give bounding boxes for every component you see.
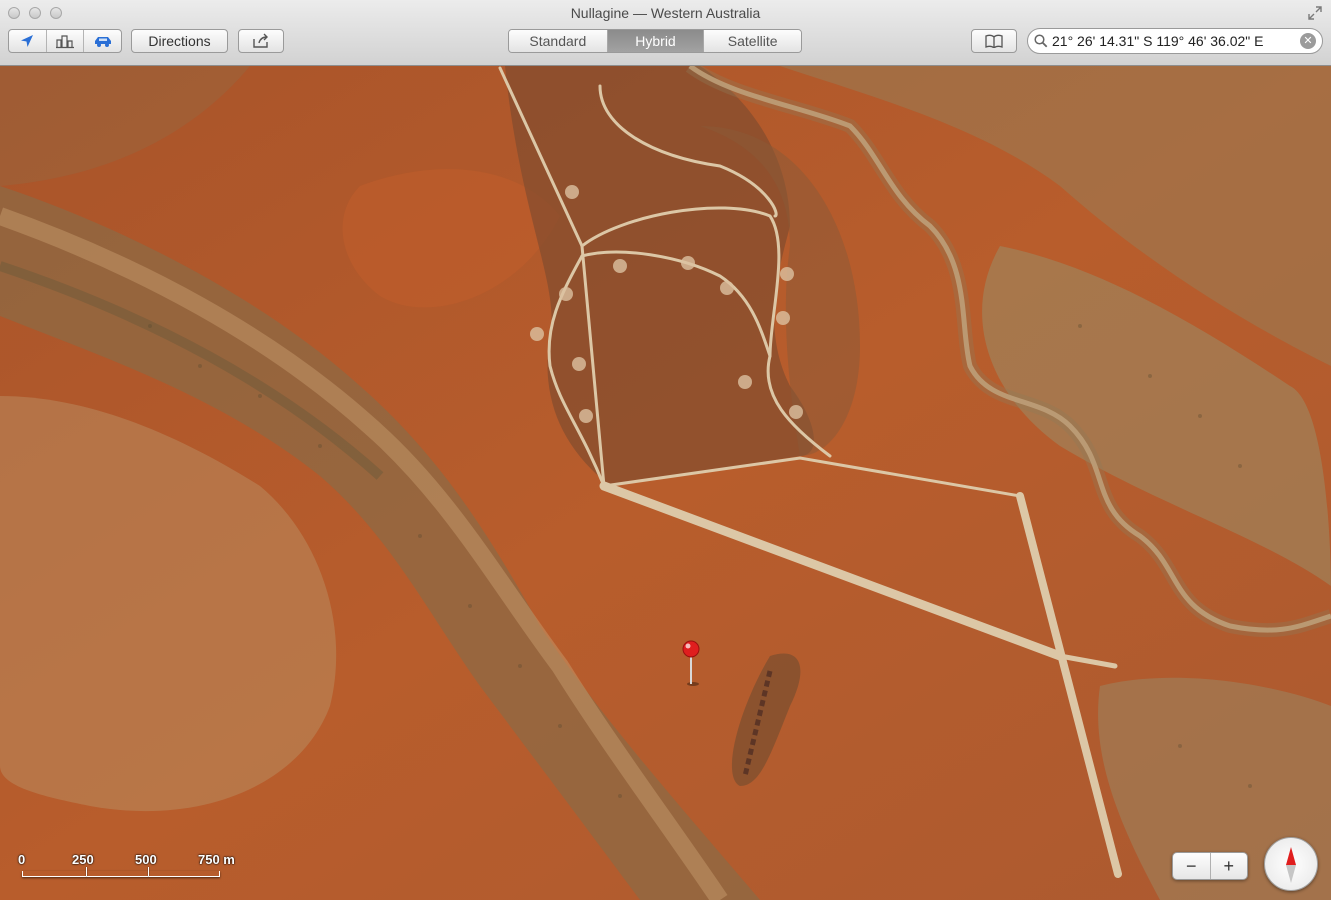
zoom-controls: − + bbox=[1172, 852, 1248, 880]
compass-button[interactable] bbox=[1264, 837, 1318, 891]
map-scale: 0 250 500 750 m bbox=[16, 852, 256, 882]
window-title: Nullagine — Western Australia bbox=[570, 5, 761, 21]
window-toolbar: Nullagine — Western Australia Directions… bbox=[0, 0, 1331, 66]
3d-view-button[interactable] bbox=[47, 30, 85, 52]
bookmarks-button[interactable] bbox=[971, 29, 1017, 53]
share-icon bbox=[253, 33, 268, 48]
scale-tick bbox=[148, 867, 149, 876]
map-type-hybrid[interactable]: Hybrid bbox=[607, 30, 705, 52]
search-field[interactable]: ✕ bbox=[1027, 28, 1323, 54]
map-type-selector: Standard Hybrid Satellite bbox=[508, 29, 802, 53]
map-type-satellite[interactable]: Satellite bbox=[704, 30, 801, 52]
location-pin-icon[interactable] bbox=[681, 640, 701, 686]
car-icon bbox=[94, 37, 111, 47]
map-type-standard[interactable]: Standard bbox=[509, 30, 608, 52]
current-location-button[interactable] bbox=[9, 30, 47, 52]
map-mode-buttons bbox=[8, 29, 122, 53]
satellite-imagery bbox=[0, 66, 1331, 900]
location-arrow-icon bbox=[21, 35, 34, 47]
share-button[interactable] bbox=[238, 29, 284, 53]
fullscreen-icon[interactable] bbox=[1308, 6, 1322, 20]
scale-label-500: 500 bbox=[135, 852, 157, 867]
maps-window: Nullagine — Western Australia Directions… bbox=[0, 0, 1331, 900]
directions-button[interactable]: Directions bbox=[131, 29, 228, 53]
scale-tick bbox=[86, 867, 87, 876]
zoom-in-button[interactable]: + bbox=[1211, 853, 1248, 879]
3d-buildings-icon bbox=[56, 35, 74, 49]
book-icon bbox=[985, 34, 1003, 48]
scale-label-250: 250 bbox=[72, 852, 94, 867]
scale-label-0: 0 bbox=[18, 852, 26, 867]
satellite-map[interactable]: 0 250 500 750 m − + bbox=[0, 66, 1331, 900]
clear-search-icon[interactable]: ✕ bbox=[1300, 33, 1316, 49]
search-input[interactable] bbox=[1048, 33, 1300, 49]
zoom-out-button[interactable]: − bbox=[1173, 853, 1211, 879]
scale-label-750: 750 m bbox=[198, 852, 235, 867]
traffic-button[interactable] bbox=[84, 30, 121, 52]
magnifier-icon bbox=[1034, 34, 1048, 48]
compass-icon bbox=[1286, 847, 1296, 883]
scale-bar bbox=[22, 871, 220, 877]
